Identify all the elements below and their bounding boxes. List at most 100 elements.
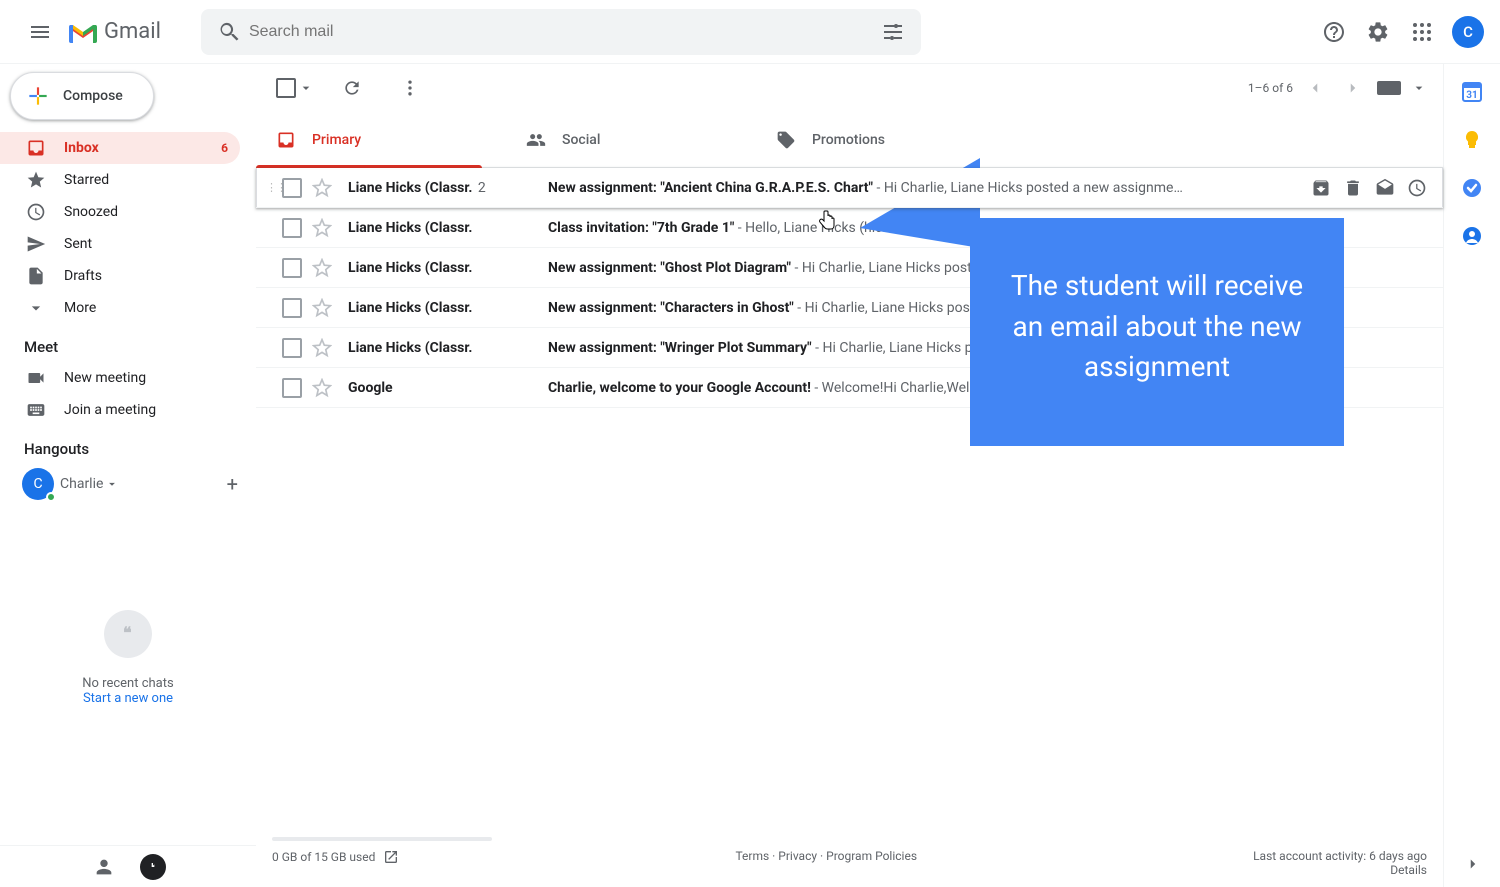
sidebar-item-starred[interactable]: Starred bbox=[0, 164, 240, 196]
sidebar-item-join-meeting[interactable]: Join a meeting bbox=[0, 394, 240, 426]
presence-dot bbox=[46, 492, 56, 502]
keyboard-icon bbox=[26, 400, 46, 420]
sender: Liane Hicks (Classr. bbox=[348, 260, 548, 276]
row-hover-actions bbox=[1311, 178, 1427, 198]
privacy-link[interactable]: Privacy bbox=[778, 849, 817, 863]
search-bar[interactable] bbox=[201, 9, 921, 55]
gmail-logo-text: Gmail bbox=[104, 19, 161, 44]
sidebar-item-drafts[interactable]: Drafts bbox=[0, 260, 240, 292]
row-checkbox[interactable] bbox=[282, 258, 302, 278]
calendar-app[interactable]: 31 bbox=[1462, 82, 1482, 102]
sidebar-bottom-tabs bbox=[0, 845, 256, 887]
support-button[interactable] bbox=[1314, 12, 1354, 52]
start-chat-link[interactable]: Start a new one bbox=[0, 691, 256, 706]
main-menu-button[interactable] bbox=[16, 8, 64, 56]
activity-text: Last account activity: 6 days ago bbox=[1253, 849, 1427, 863]
no-chats-text: No recent chats bbox=[0, 676, 256, 691]
drag-handle-icon[interactable]: ⋮⋮ bbox=[266, 181, 278, 194]
star-button[interactable] bbox=[312, 218, 332, 238]
next-page-button[interactable] bbox=[1337, 72, 1369, 104]
snooze-button[interactable] bbox=[1407, 178, 1427, 198]
star-button[interactable] bbox=[312, 258, 332, 278]
star-button[interactable] bbox=[312, 338, 332, 358]
hangouts-new-chat[interactable]: + bbox=[227, 472, 238, 496]
plus-icon bbox=[25, 83, 51, 109]
more-button[interactable] bbox=[390, 68, 430, 108]
hangouts-contacts-tab[interactable] bbox=[90, 853, 118, 881]
hangouts-user-row[interactable]: C Charlie + bbox=[0, 464, 256, 500]
star-button[interactable] bbox=[312, 378, 332, 398]
hangouts-chat-tab[interactable] bbox=[140, 854, 166, 880]
sidebar-item-inbox[interactable]: Inbox 6 bbox=[0, 132, 240, 164]
svg-text:31: 31 bbox=[1466, 90, 1477, 101]
nav-label: More bbox=[64, 300, 96, 316]
nav-label: Join a meeting bbox=[64, 402, 156, 418]
nav-label: Snoozed bbox=[64, 204, 118, 220]
nav-label: Inbox bbox=[64, 140, 99, 156]
apps-button[interactable] bbox=[1402, 12, 1442, 52]
search-icon bbox=[209, 12, 249, 52]
speech-bubble-icon: ❝ bbox=[104, 610, 152, 658]
select-all-checkbox[interactable] bbox=[276, 78, 296, 98]
search-input[interactable] bbox=[249, 23, 873, 41]
primary-icon bbox=[276, 130, 296, 150]
policies-link[interactable]: Program Policies bbox=[826, 849, 917, 863]
nav-label: Sent bbox=[64, 236, 92, 252]
category-tabs: Primary Social Promotions bbox=[256, 112, 1443, 168]
mail-row[interactable]: ⋮⋮ Liane Hicks (Classr. 2New assignment: … bbox=[256, 168, 1443, 208]
row-checkbox[interactable] bbox=[282, 338, 302, 358]
search-options-icon[interactable] bbox=[873, 12, 913, 52]
inbox-count: 6 bbox=[221, 141, 228, 155]
meet-heading: Meet bbox=[0, 324, 256, 362]
settings-button[interactable] bbox=[1358, 12, 1398, 52]
star-button[interactable] bbox=[312, 178, 332, 198]
page-range: 1–6 of 6 bbox=[1248, 81, 1293, 95]
mark-read-button[interactable] bbox=[1375, 178, 1395, 198]
gmail-logo[interactable]: Gmail bbox=[68, 19, 161, 44]
account-avatar[interactable]: C bbox=[1452, 16, 1484, 48]
tab-primary[interactable]: Primary bbox=[256, 112, 506, 167]
video-icon bbox=[26, 368, 46, 388]
footer: 0 GB of 15 GB used Terms · Privacy · Pro… bbox=[256, 829, 1443, 887]
details-link[interactable]: Details bbox=[1253, 863, 1427, 877]
star-icon bbox=[26, 170, 46, 190]
subject-snippet: New assignment: "Ancient China G.R.A.P.E… bbox=[548, 180, 1303, 196]
tab-social[interactable]: Social bbox=[506, 112, 756, 167]
row-checkbox[interactable] bbox=[282, 378, 302, 398]
apps-grid-icon bbox=[1410, 20, 1434, 44]
row-checkbox[interactable] bbox=[282, 218, 302, 238]
header: Gmail C bbox=[0, 0, 1500, 64]
sender: Liane Hicks (Classr. 2 bbox=[348, 180, 548, 196]
archive-button[interactable] bbox=[1311, 178, 1331, 198]
row-checkbox[interactable] bbox=[282, 298, 302, 318]
input-tools-dropdown[interactable] bbox=[1411, 80, 1427, 96]
sidebar-item-more[interactable]: More bbox=[0, 292, 240, 324]
keep-app[interactable] bbox=[1462, 130, 1482, 150]
hangouts-username: Charlie bbox=[60, 476, 119, 492]
sidebar-item-sent[interactable]: Sent bbox=[0, 228, 240, 260]
sidebar-item-snoozed[interactable]: Snoozed bbox=[0, 196, 240, 228]
storage-text: 0 GB of 15 GB used bbox=[272, 850, 375, 864]
sidebar-item-new-meeting[interactable]: New meeting bbox=[0, 362, 240, 394]
refresh-button[interactable] bbox=[332, 68, 372, 108]
tab-label: Primary bbox=[312, 132, 361, 148]
prev-page-button[interactable] bbox=[1299, 72, 1331, 104]
input-tools-button[interactable] bbox=[1377, 81, 1401, 95]
tasks-app[interactable] bbox=[1462, 178, 1482, 198]
select-all-dropdown[interactable] bbox=[298, 80, 314, 96]
side-panel-collapse[interactable] bbox=[1464, 855, 1482, 873]
delete-button[interactable] bbox=[1343, 178, 1363, 198]
gear-icon bbox=[1366, 20, 1390, 44]
terms-link[interactable]: Terms bbox=[735, 849, 769, 863]
side-panel: 31 bbox=[1444, 64, 1500, 887]
tab-label: Social bbox=[562, 132, 600, 148]
star-button[interactable] bbox=[312, 298, 332, 318]
row-checkbox[interactable] bbox=[282, 178, 302, 198]
send-icon bbox=[26, 234, 46, 254]
sender: Liane Hicks (Classr. bbox=[348, 340, 548, 356]
compose-button[interactable]: Compose bbox=[10, 72, 154, 120]
tab-label: Promotions bbox=[812, 132, 885, 148]
inbox-icon bbox=[26, 138, 46, 158]
open-in-new-icon[interactable] bbox=[383, 849, 399, 865]
contacts-app[interactable] bbox=[1462, 226, 1482, 246]
